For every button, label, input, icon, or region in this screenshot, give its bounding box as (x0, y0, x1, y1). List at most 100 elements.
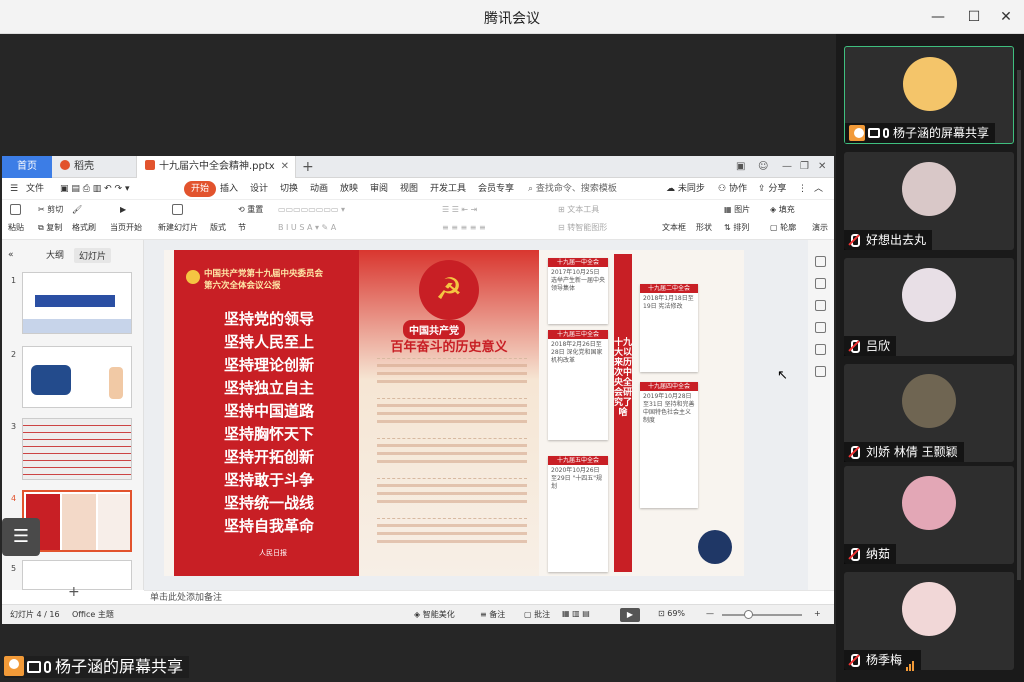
zoom-out-icon[interactable]: — (706, 609, 714, 618)
section-label[interactable]: 节 (238, 222, 246, 234)
text-box-button[interactable]: 文本框 (662, 222, 686, 234)
host-badge-icon (4, 656, 24, 676)
close-icon[interactable]: ✕ (994, 6, 1018, 28)
help-icon[interactable] (815, 344, 826, 355)
ppt-restore-icon[interactable]: ❐ (800, 156, 809, 178)
maximize-icon[interactable]: ☐ (962, 6, 986, 28)
smart-beautify-button[interactable]: ◈ 智能美化 (414, 609, 455, 620)
play-icon[interactable]: ▶ (620, 608, 640, 622)
sync-status[interactable]: ☁ 未同步 (666, 181, 705, 197)
view-buttons[interactable]: ▦ ▥ ▤ (562, 609, 590, 618)
slide-line: 坚持统一战线 (224, 494, 315, 512)
zoom-slider[interactable] (722, 614, 802, 616)
menu-insert[interactable]: 插入 (220, 181, 238, 197)
comments-button[interactable]: ▢ 批注 (524, 609, 550, 620)
slide-thumbnail-1[interactable] (22, 272, 132, 334)
font-style-buttons[interactable]: B I U S A ▾ ✎ A (278, 222, 336, 234)
zoom-in-icon[interactable]: + (814, 609, 821, 618)
tab-docer[interactable]: 稻壳 (52, 156, 132, 178)
plenum-card-text: 2018年1月18日至19日 宪法修改 (643, 295, 694, 310)
current-slide[interactable]: 中国共产党第十九届中央委员会 第六次全体会议公报 坚持党的领导 坚持人民至上 坚… (164, 250, 744, 576)
paragraph-buttons[interactable]: ☰ ☰ ⇤ ⇥ (442, 204, 477, 216)
collapse-ribbon-icon[interactable]: ︿ (814, 181, 823, 197)
participant-tile[interactable]: 吕欣 (844, 258, 1014, 356)
tab-home[interactable]: 首页 (2, 156, 52, 178)
outline-button[interactable]: ▢ 轮廓 (770, 222, 796, 234)
reset-button[interactable]: ⟲ 重置 (238, 204, 263, 216)
participant-tile[interactable]: 纳茹 (844, 466, 1014, 564)
menu-developer[interactable]: 开发工具 (430, 181, 466, 197)
new-slide-icon[interactable] (172, 204, 185, 217)
menu-member[interactable]: 会员专享 (478, 181, 514, 197)
layout-label[interactable]: 版式 (210, 222, 226, 234)
share-button[interactable]: ⇪ 分享 (758, 181, 786, 197)
text-tool-button[interactable]: ⊞ 文本工具 (558, 204, 599, 216)
image-button[interactable]: ▦ 图片 (724, 204, 750, 216)
menu-icon[interactable]: ☰ (10, 181, 18, 197)
tab-outline[interactable]: 大纲 (46, 248, 64, 261)
menu-design[interactable]: 设计 (250, 181, 268, 197)
menu-file[interactable]: 文件 (26, 181, 44, 197)
add-slide-icon[interactable]: + (68, 584, 80, 600)
close-tab-icon[interactable]: ✕ (281, 156, 289, 178)
format-painter-label[interactable]: 格式刷 (72, 222, 96, 234)
more-icon[interactable]: ⋮ (798, 181, 807, 197)
participant-tile[interactable]: 杨季梅 (844, 572, 1014, 671)
new-slide-label[interactable]: 新建幻灯片 (158, 222, 198, 234)
participant-tile[interactable]: 好想出去丸 (844, 152, 1014, 250)
menu-home[interactable]: 开始 (184, 181, 217, 197)
pin-icon[interactable] (815, 300, 826, 311)
tab-file[interactable]: 十九届六中全会精神.pptx ✕ (136, 156, 296, 178)
menu-view[interactable]: 视图 (400, 181, 418, 197)
tab-slides[interactable]: 幻灯片 (74, 248, 112, 263)
notes-button[interactable]: ≡ 备注 (480, 609, 505, 620)
shape-button[interactable]: 形状 (696, 222, 712, 234)
command-search[interactable]: ⌕ 查找命令、搜索模板 (528, 181, 617, 197)
mic-icon (883, 128, 889, 138)
slide-thumbnail-3[interactable] (22, 418, 132, 480)
copy-icon[interactable] (815, 322, 826, 333)
quick-access-icons[interactable]: ▣ ▤ ⎙ ▥ ↶ ↷ ▾ (60, 181, 129, 197)
copy-button[interactable]: ⧉ 复制 (38, 222, 62, 234)
minimize-icon[interactable]: — (926, 6, 950, 28)
smart-shape-button[interactable]: ⊟ 转智能图形 (558, 222, 607, 234)
menu-review[interactable]: 审阅 (370, 181, 388, 197)
user-icon[interactable]: ☺ (758, 156, 768, 178)
rocket-icon[interactable] (815, 256, 826, 267)
font-family-select[interactable]: ▭▭▭▭▭▭▭▭ ▾ (278, 204, 345, 216)
paste-label[interactable]: 粘贴 (8, 222, 24, 234)
cut-button[interactable]: ✂ 剪切 (38, 204, 63, 216)
new-tab-icon[interactable]: + (302, 156, 314, 178)
plenum-card: 十九届二中全会 2018年1月18日至19日 宪法修改 (640, 284, 698, 372)
participant-tile[interactable]: 刘娇 林倩 王颢颖 (844, 364, 1014, 462)
list-icon[interactable]: ☰ (2, 518, 40, 556)
participant-name-bar: 杨季梅 (844, 650, 922, 671)
settings-icon[interactable] (815, 366, 826, 377)
menu-transition[interactable]: 切换 (280, 181, 298, 197)
play-from-current-icon[interactable]: ▶ (120, 204, 126, 216)
ppt-close-icon[interactable]: ✕ (818, 156, 826, 178)
review-button[interactable]: 演示 (812, 222, 828, 234)
participant-scrollbar[interactable] (1017, 70, 1021, 580)
wps-presentation-window: 首页 稻壳 十九届六中全会精神.pptx ✕ + ▣ ☺ — ❐ ✕ ☰ 文件 ▣… (2, 156, 834, 624)
zoom-level[interactable]: ⊡ 69% (658, 609, 685, 618)
zoom-slider-knob[interactable] (744, 610, 753, 619)
layout-icon[interactable]: ▣ (736, 156, 745, 178)
ppt-minimize-icon[interactable]: — (782, 156, 792, 178)
fill-button[interactable]: ◈ 填充 (770, 204, 795, 216)
screen-share-icon (868, 128, 880, 138)
tab-file-label: 十九届六中全会精神.pptx (159, 161, 275, 172)
format-painter-icon[interactable]: 🖌 (72, 204, 82, 216)
arrange-button[interactable]: ⇅ 排列 (724, 222, 749, 234)
paste-button[interactable] (10, 204, 23, 217)
sliders-icon[interactable] (815, 278, 826, 289)
collapse-panel-icon[interactable]: « (8, 250, 14, 260)
align-buttons[interactable]: ≡ ≡ ≡ ≡ ≡ (442, 222, 486, 234)
notes-area[interactable]: 单击此处添加备注 (144, 590, 834, 604)
participant-tile[interactable]: 杨子涵的屏幕共享 (844, 46, 1014, 144)
menu-animation[interactable]: 动画 (310, 181, 328, 197)
slide-thumbnail-2[interactable] (22, 346, 132, 408)
play-from-current-label[interactable]: 当页开始 (110, 222, 142, 234)
collab-button[interactable]: ⚇ 协作 (718, 181, 747, 197)
menu-slideshow[interactable]: 放映 (340, 181, 358, 197)
